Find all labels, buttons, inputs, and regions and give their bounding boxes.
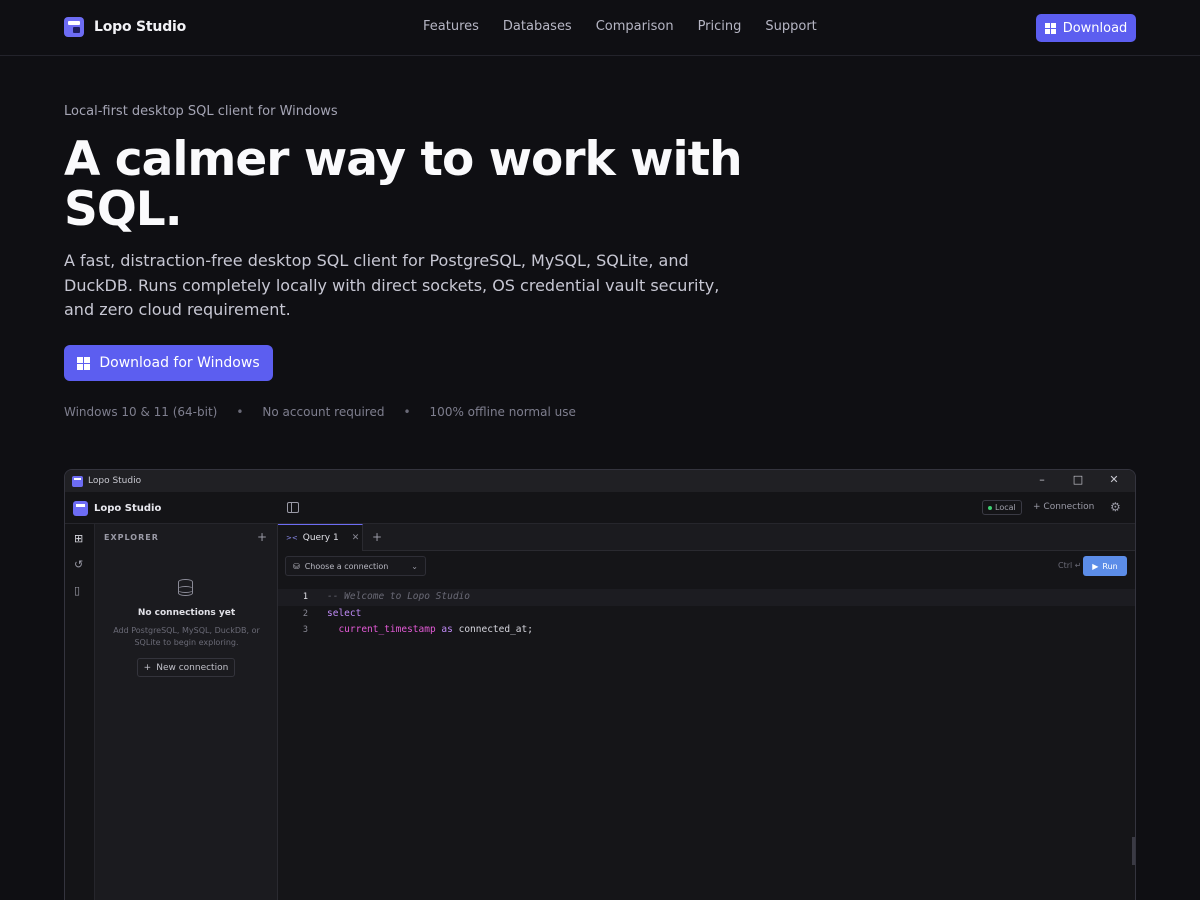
run-shortcut-hint: Ctrl ↵	[1058, 561, 1082, 570]
bookmark-icon[interactable]: ▯	[74, 584, 80, 597]
app-main: ⊞ ↺ ▯ EXPLORER + No connections yet Add …	[65, 524, 1135, 900]
window-title: Lopo Studio	[88, 476, 142, 486]
add-connection-button[interactable]: + Connection	[1033, 502, 1094, 512]
connection-select[interactable]: ⛁ Choose a connection ⌄	[285, 556, 426, 576]
meta-os: Windows 10 & 11 (64-bit)	[64, 405, 218, 419]
code-identifier: connected_at;	[458, 624, 533, 635]
minimize-icon[interactable]: –	[1035, 473, 1049, 486]
nav-link-comparison[interactable]: Comparison	[596, 19, 674, 34]
database-icon: ⛁	[293, 561, 300, 571]
empty-state-title: No connections yet	[137, 608, 236, 618]
run-label: Run	[1102, 561, 1118, 571]
windows-icon	[1044, 22, 1056, 34]
brand-link[interactable]: Lopo Studio	[64, 17, 186, 37]
local-status-badge: Local	[982, 500, 1022, 515]
line-number: 2	[302, 608, 308, 619]
new-connection-label: New connection	[156, 662, 229, 673]
add-connection-label: Connection	[1043, 502, 1095, 512]
gear-icon[interactable]: ⚙	[1110, 500, 1121, 514]
database-icon	[178, 579, 193, 596]
explorer-tree-icon[interactable]: ⊞	[74, 532, 83, 545]
lopo-logo-icon	[64, 17, 84, 37]
hero-meta: Windows 10 & 11 (64-bit) • No account re…	[64, 405, 576, 419]
top-nav: Lopo Studio Features Databases Compariso…	[0, 0, 1200, 56]
nav-download-label: Download	[1062, 20, 1128, 36]
code-area[interactable]: 1 -- Welcome to Lopo Studio 2 select 3 c…	[278, 589, 1135, 639]
code-line: 1 -- Welcome to Lopo Studio	[278, 589, 1135, 606]
windows-icon	[77, 356, 91, 370]
code-keyword: select	[327, 607, 362, 619]
app-brand: Lopo Studio	[73, 501, 161, 516]
explorer-heading: EXPLORER	[104, 533, 159, 542]
tab-query-1[interactable]: >< Query 1 ✕	[278, 524, 363, 551]
code-keyword: as	[441, 624, 453, 635]
nav-links: Features Databases Comparison Pricing Su…	[423, 19, 817, 34]
hero-eyebrow: Local-first desktop SQL client for Windo…	[64, 104, 338, 119]
window-titlebar: Lopo Studio – □ ✕	[65, 470, 1135, 492]
nav-link-support[interactable]: Support	[765, 19, 816, 34]
lopo-logo-icon	[72, 475, 83, 487]
meta-account: No account required	[262, 405, 385, 419]
app-brand-name: Lopo Studio	[94, 503, 162, 514]
download-for-windows-label: Download for Windows	[99, 355, 260, 371]
code-line: 2 select	[278, 606, 1135, 623]
add-explorer-item-icon[interactable]: +	[257, 530, 267, 544]
history-icon[interactable]: ↺	[74, 558, 83, 571]
hero-title: A calmer way to work with SQL.	[64, 132, 743, 237]
code-content: current_timestamp as connected_at;	[327, 622, 533, 639]
app-toolbar: Lopo Studio Local + Connection ⚙	[65, 492, 1135, 524]
line-number: 1	[302, 592, 308, 602]
nav-download-button[interactable]: Download	[1036, 14, 1136, 42]
plus-icon: +	[143, 662, 152, 673]
sidebar-toggle-icon[interactable]	[287, 502, 299, 513]
activity-rail: ⊞ ↺ ▯	[65, 524, 95, 900]
chevron-down-icon: ⌄	[411, 561, 418, 571]
line-number: 3	[302, 625, 308, 635]
tab-label: Query 1	[302, 533, 339, 543]
empty-state-description: Add PostgreSQL, MySQL, DuckDB, or SQLite…	[113, 626, 260, 647]
close-icon[interactable]: ✕	[1107, 473, 1121, 486]
query-icon: ><	[286, 534, 298, 542]
code-function: current_timestamp	[338, 624, 436, 635]
hero-description: A fast, distraction-free desktop SQL cli…	[64, 251, 720, 319]
new-connection-button[interactable]: + New connection	[137, 658, 235, 677]
editor-tabs: >< Query 1 ✕ +	[278, 524, 1135, 551]
meta-separator: •	[403, 405, 411, 419]
brand-name: Lopo Studio	[94, 19, 187, 35]
window-controls: – □ ✕	[1035, 473, 1121, 486]
query-editor: >< Query 1 ✕ + ⛁ Choose a connection ⌄ C…	[278, 524, 1135, 900]
code-comment: -- Welcome to Lopo Studio	[327, 591, 470, 602]
new-tab-icon[interactable]: +	[372, 530, 382, 544]
code-line: 3 current_timestamp as connected_at;	[278, 622, 1135, 639]
app-preview-window: Lopo Studio – □ ✕ Lopo Studio Local + Co…	[64, 469, 1136, 900]
play-icon: ▶	[1092, 561, 1099, 571]
local-badge-label: Local	[995, 503, 1016, 512]
nav-link-features[interactable]: Features	[423, 19, 479, 34]
maximize-icon[interactable]: □	[1071, 473, 1085, 486]
editor-scrollbar[interactable]	[1132, 837, 1135, 865]
plus-icon: +	[1033, 502, 1044, 512]
download-for-windows-button[interactable]: Download for Windows	[64, 345, 273, 381]
status-dot-icon	[988, 505, 992, 510]
meta-offline: 100% offline normal use	[429, 405, 576, 419]
explorer-panel: EXPLORER + No connections yet Add Postgr…	[95, 524, 278, 900]
close-tab-icon[interactable]: ✕	[352, 533, 360, 543]
nav-link-databases[interactable]: Databases	[503, 19, 572, 34]
nav-link-pricing[interactable]: Pricing	[698, 19, 742, 34]
connection-select-value: Choose a connection	[304, 561, 389, 571]
meta-separator: •	[236, 405, 244, 419]
lopo-logo-icon	[73, 501, 88, 516]
run-button[interactable]: ▶ Run	[1083, 556, 1127, 576]
